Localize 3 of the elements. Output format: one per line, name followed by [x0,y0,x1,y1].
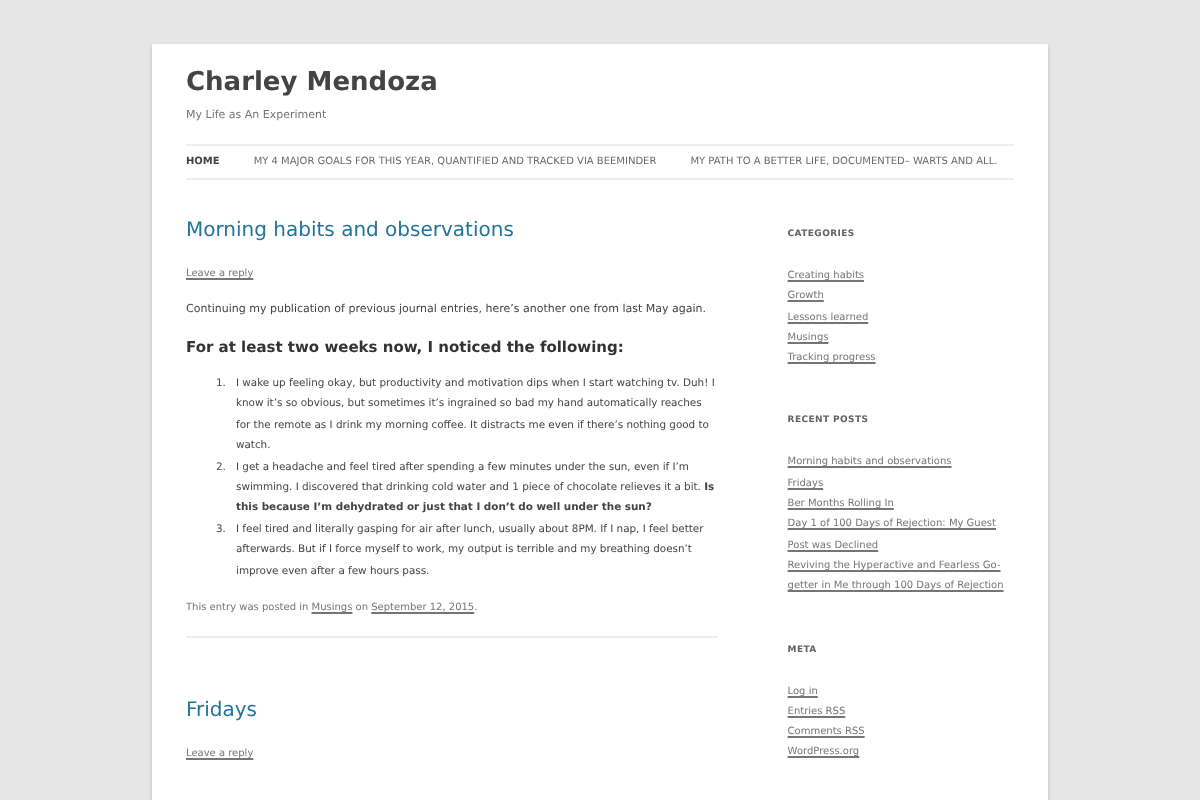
post-title[interactable]: Morning habits and observations [186,218,718,246]
site-title: Charley Mendoza [186,66,440,100]
post-title[interactable]: Fridays [186,698,718,727]
